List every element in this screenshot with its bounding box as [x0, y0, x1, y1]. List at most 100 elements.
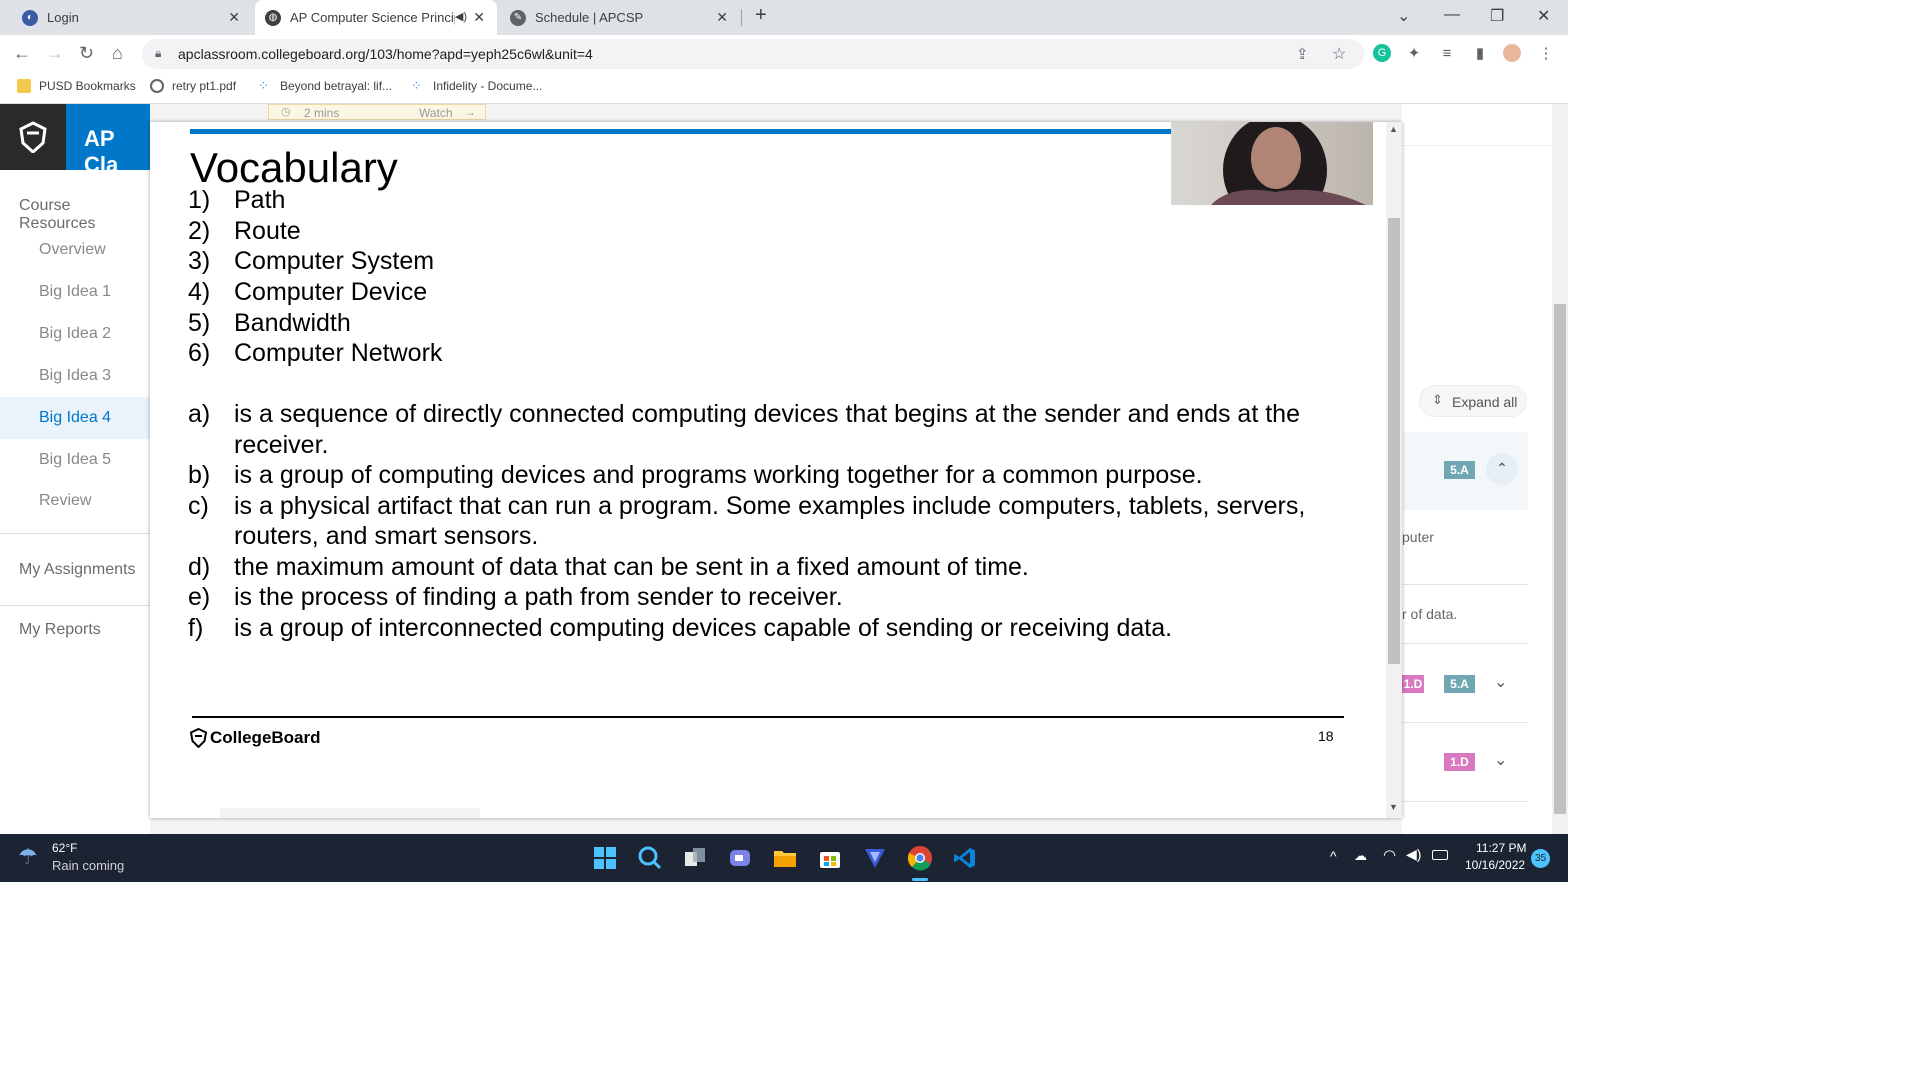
tab-schedule[interactable]: ✎ Schedule | APCSP ✕ [500, 0, 740, 35]
nav-big-idea-2[interactable]: Big Idea 2 [39, 325, 111, 343]
skill-badge-5a: 5.A [1444, 461, 1475, 479]
minimize-icon[interactable]: — [1444, 6, 1460, 24]
watch-link[interactable]: Watch [419, 106, 453, 120]
audio-playing-icon[interactable]: ◀) [455, 10, 467, 23]
bookmark-pusd[interactable]: PUSD Bookmarks [17, 79, 136, 93]
term-number: 2) [188, 217, 211, 245]
presenter-webcam [1171, 122, 1373, 225]
term-number: 1) [188, 186, 211, 214]
row-divider [1402, 801, 1528, 802]
definition-c: c) is a physical artifact that can run a … [188, 492, 1305, 521]
expand-all-button[interactable]: ⇕ Expand all [1419, 385, 1527, 417]
close-tab-icon[interactable]: ✕ [228, 9, 240, 26]
side-panel-icon[interactable]: ▮ [1471, 44, 1489, 62]
chevron-up-icon[interactable]: ⌃ [1486, 453, 1518, 485]
clock-date[interactable]: 10/16/2022 [1465, 858, 1525, 872]
definition-letter: f) [188, 614, 204, 642]
nav-divider [0, 605, 150, 606]
vscode-icon[interactable] [951, 844, 979, 872]
home-icon[interactable]: ⌂ [112, 43, 123, 64]
bookmark-retry[interactable]: retry pt1.pdf [150, 79, 236, 93]
nav-big-idea-3[interactable]: Big Idea 3 [39, 367, 111, 385]
start-icon[interactable] [591, 844, 619, 872]
close-tab-icon[interactable]: ✕ [473, 9, 485, 26]
tab-login[interactable]: ◐ Login ✕ [12, 0, 252, 35]
grammarly-icon[interactable]: G [1373, 44, 1391, 62]
extensions-icon[interactable]: ✦ [1405, 44, 1423, 62]
vpn-app-icon[interactable] [861, 844, 889, 872]
term-item: 3) Computer System [188, 247, 434, 276]
bookmark-beyond-betrayal[interactable]: ⁘ Beyond betrayal: lif... [258, 79, 392, 94]
weather-temperature[interactable]: 62°F [52, 841, 77, 855]
college-board-logo-icon[interactable] [0, 104, 66, 170]
nav-review[interactable]: Review [39, 492, 91, 510]
term-item: 5) Bandwidth [188, 309, 351, 338]
share-icon[interactable]: ⇪ [1296, 45, 1309, 63]
arrow-right-icon: → [464, 105, 476, 119]
back-icon[interactable]: ← [13, 43, 31, 64]
scroll-up-icon[interactable]: ▲ [1389, 124, 1398, 134]
page-scroll-thumb[interactable] [1554, 304, 1566, 814]
url-text[interactable]: apclassroom.collegeboard.org/103/home?ap… [178, 46, 593, 62]
chevron-down-icon[interactable]: ⌄ [1494, 750, 1507, 770]
nav-big-idea-5[interactable]: Big Idea 5 [39, 451, 111, 469]
course-resources-heading[interactable]: Course Resources [19, 197, 150, 233]
reading-list-icon[interactable]: ≡ [1438, 44, 1456, 62]
file-explorer-icon[interactable] [771, 844, 799, 872]
nav-my-reports[interactable]: My Reports [19, 621, 101, 639]
nav-my-assignments[interactable]: My Assignments [19, 561, 135, 579]
nav-big-idea-1[interactable]: Big Idea 1 [39, 283, 111, 301]
term-text: Computer Network [234, 339, 443, 367]
teams-chat-icon[interactable] [726, 844, 754, 872]
weather-description[interactable]: Rain coming [52, 858, 124, 873]
profile-avatar[interactable] [1503, 44, 1521, 62]
term-item: 4) Computer Device [188, 278, 427, 307]
onedrive-icon[interactable]: ☁ [1354, 848, 1367, 864]
chevron-down-icon[interactable]: ⌄ [1494, 672, 1507, 692]
definition-f: f) is a group of interconnected computing… [188, 614, 1172, 643]
chrome-icon[interactable] [906, 844, 934, 872]
collegeboard-shield-icon [190, 728, 207, 748]
forward-icon[interactable]: → [46, 43, 64, 64]
slide-bottom-strip [220, 808, 480, 818]
menu-icon[interactable]: ⋮ [1537, 44, 1555, 62]
term-text: Route [234, 217, 301, 245]
tray-overflow-chevron-icon[interactable]: ^ [1330, 848, 1337, 864]
microsoft-store-icon[interactable] [816, 844, 844, 872]
term-item: 1) Path [188, 186, 285, 215]
definition-text: is a physical artifact that can run a pr… [234, 492, 1306, 520]
video-slide-modal: Vocabulary 1) Path 2) Route 3) Computer Sys… [150, 122, 1402, 818]
clock-time[interactable]: 11:27 PM [1476, 841, 1526, 855]
bookmark-infidelity[interactable]: ⁘ Infidelity - Docume... [411, 78, 542, 94]
row-text-fragment: puter [1402, 529, 1434, 545]
close-window-icon[interactable]: ✕ [1537, 6, 1550, 26]
close-tab-icon[interactable]: ✕ [716, 9, 728, 26]
nav-overview[interactable]: Overview [39, 241, 106, 259]
page-scrollbar[interactable] [1552, 104, 1568, 834]
slide-title: Vocabulary [190, 144, 398, 191]
notification-count-badge[interactable]: 35 [1531, 849, 1550, 868]
tab-search-chevron-icon[interactable]: ⌄ [1397, 6, 1410, 26]
umbrella-weather-icon[interactable]: ☂ [18, 844, 38, 870]
nav-big-idea-4[interactable]: Big Idea 4 [39, 409, 111, 427]
windows-taskbar: ☂ 62°F Rain coming ^ ☁ ◠ ◀) 11:27 PM 10/… [0, 834, 1568, 882]
ap-classroom-title: AP Cla [84, 126, 119, 177]
battery-icon[interactable] [1432, 850, 1448, 860]
scroll-down-icon[interactable]: ▼ [1389, 802, 1398, 812]
loading-icon: ⁘ [411, 78, 422, 93]
maximize-icon[interactable]: ❐ [1490, 6, 1504, 26]
new-tab-icon[interactable]: + [755, 4, 767, 27]
reload-icon[interactable]: ↻ [79, 43, 94, 64]
task-view-icon[interactable] [681, 844, 709, 872]
definition-text: is a sequence of directly connected comp… [234, 400, 1300, 428]
lock-icon[interactable]: 🔒︎ [155, 46, 161, 61]
address-bar[interactable]: 🔒︎ apclassroom.collegeboard.org/103/home… [142, 39, 1364, 69]
wifi-icon[interactable]: ◠ [1383, 846, 1396, 864]
search-icon[interactable] [636, 844, 664, 872]
tab-title: AP Computer Science Princip [290, 10, 455, 25]
modal-scroll-thumb[interactable] [1388, 218, 1400, 664]
bookmark-star-icon[interactable]: ☆ [1332, 44, 1346, 64]
tab-ap-csp[interactable]: ◍ AP Computer Science Princip ◀) ✕ [255, 0, 497, 35]
volume-icon[interactable]: ◀) [1406, 846, 1421, 863]
term-item: 6) Computer Network [188, 339, 442, 368]
